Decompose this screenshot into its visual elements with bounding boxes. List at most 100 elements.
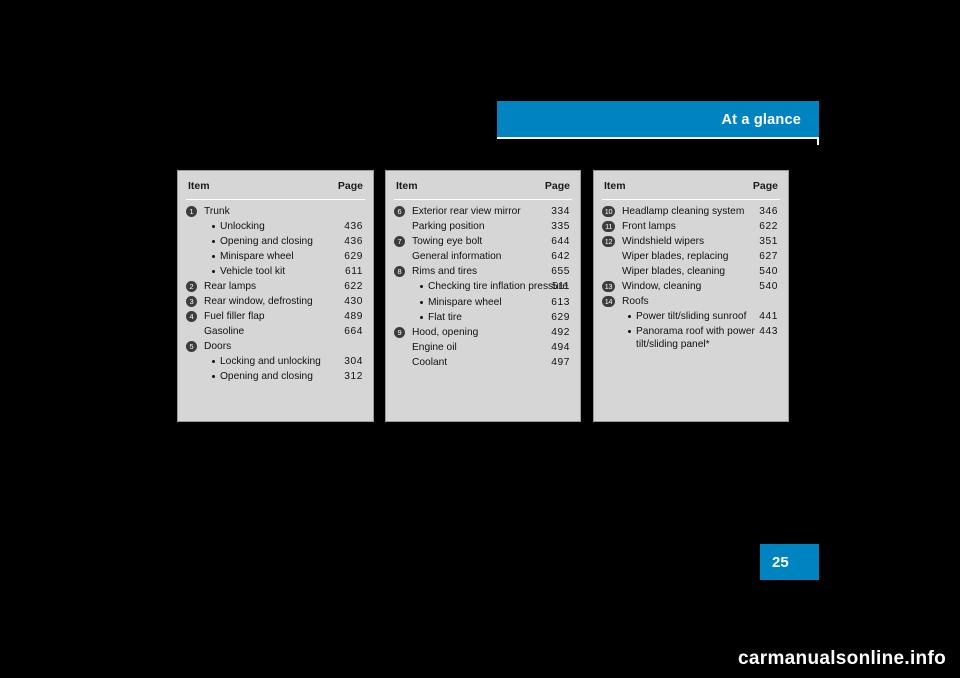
row-page-number: 436 — [344, 236, 363, 247]
table-row: 4 Fuel filler flap 489 — [186, 309, 365, 324]
table-body-2: 6 Exterior rear view mirror 334 Parking pos… — [394, 200, 572, 370]
table-row: Vehicle tool kit 611 — [186, 264, 365, 279]
row-page-number: 430 — [344, 296, 363, 307]
header-tick-mark — [817, 137, 819, 145]
row-page-number: 644 — [551, 236, 570, 247]
item-number-marker: 10 — [602, 206, 615, 217]
row-page-number: 441 — [759, 311, 778, 322]
row-label: Rear window, defrosting — [204, 296, 313, 307]
item-number-marker: 13 — [602, 281, 615, 292]
column-header-item: Item — [396, 180, 418, 192]
row-page-number: 629 — [551, 312, 570, 323]
header-banner: At a glance — [497, 101, 819, 137]
row-label: Roofs — [622, 296, 649, 307]
row-page-number: 642 — [551, 251, 570, 262]
item-number-marker: 6 — [394, 206, 405, 217]
table-row: 5 Doors — [186, 339, 365, 354]
row-page-number: 497 — [551, 357, 570, 368]
column-header-item: Item — [604, 180, 626, 192]
row-label: General information — [412, 251, 502, 262]
row-label: Wiper blades, cleaning — [622, 266, 726, 277]
column-header-page: Page — [544, 180, 570, 192]
reference-table-2: Item Page 6 Exterior rear view mirror 334 P… — [385, 170, 581, 422]
table-row: Locking and unlocking 304 — [186, 354, 365, 369]
site-watermark: carmanualsonline.info — [738, 648, 946, 669]
page-number-tab: 25 — [760, 544, 819, 580]
row-label: Trunk — [204, 206, 230, 217]
table-row: General information 642 — [394, 249, 572, 264]
table-row: 14 Roofs — [602, 294, 780, 309]
row-label: Towing eye bolt — [412, 236, 483, 247]
row-label: Wiper blades, replacing — [622, 251, 729, 262]
row-label: Vehicle tool kit — [220, 266, 286, 277]
table-row: 13 Window, cleaning 540 — [602, 279, 780, 294]
row-page-number: 346 — [759, 206, 778, 217]
item-number-marker: 8 — [394, 266, 405, 277]
table-row: Wiper blades, replacing 627 — [602, 249, 780, 264]
row-label: Power tilt/sliding sunroof — [636, 311, 747, 322]
table-header-2: Item Page — [394, 179, 572, 200]
page-title: At a glance — [721, 112, 801, 128]
row-label: Checking tire inflation pressure — [428, 281, 568, 292]
row-page-number: 489 — [344, 311, 363, 322]
row-page-number: 622 — [344, 281, 363, 292]
table-row: 7 Towing eye bolt 644 — [394, 234, 572, 249]
item-number-marker: 12 — [602, 236, 615, 247]
table-row: 8 Rims and tires 655 — [394, 264, 572, 279]
item-number-marker: 9 — [394, 327, 405, 338]
item-number-marker: 1 — [186, 206, 197, 217]
row-label: Hood, opening — [412, 327, 479, 338]
row-page-number: 664 — [344, 326, 363, 337]
row-page-number: 492 — [551, 327, 570, 338]
row-label: Fuel filler flap — [204, 311, 265, 322]
column-header-page: Page — [752, 180, 778, 192]
table-row: Unlocking 436 — [186, 219, 365, 234]
table-row: Checking tire inflation pressure 511 — [394, 279, 572, 295]
row-page-number: 629 — [344, 251, 363, 262]
table-row: 3 Rear window, defrosting 430 — [186, 294, 365, 309]
row-label: Opening and closing — [220, 236, 313, 247]
row-label: Windshield wipers — [622, 236, 705, 247]
row-page-number: 622 — [759, 221, 778, 232]
header-underline — [497, 137, 819, 139]
reference-table-3: Item Page 10 Headlamp cleaning system 346 1… — [593, 170, 789, 422]
row-page-number: 335 — [551, 221, 570, 232]
row-page-number: 613 — [551, 297, 570, 308]
table-row: Minispare wheel 629 — [186, 249, 365, 264]
item-number-marker: 3 — [186, 296, 197, 307]
table-header-1: Item Page — [186, 179, 365, 200]
item-number-marker: 2 — [186, 281, 197, 292]
table-row: 2 Rear lamps 622 — [186, 279, 365, 294]
row-page-number: 304 — [344, 356, 363, 367]
row-page-number: 351 — [759, 236, 778, 247]
row-label: Window, cleaning — [622, 281, 702, 292]
row-label: Panorama roof with power tilt/sliding pa… — [636, 326, 755, 350]
table-row: 11 Front lamps 622 — [602, 219, 780, 234]
row-label: Coolant — [412, 357, 448, 368]
table-row: Minispare wheel 613 — [394, 295, 572, 310]
row-label: Parking position — [412, 221, 485, 232]
row-label: Exterior rear view mirror — [412, 206, 521, 217]
row-page-number: 511 — [551, 281, 570, 292]
row-page-number: 334 — [551, 206, 570, 217]
table-row: Opening and closing 436 — [186, 234, 365, 249]
row-page-number: 436 — [344, 221, 363, 232]
table-header-3: Item Page — [602, 179, 780, 200]
row-page-number: 494 — [551, 342, 570, 353]
table-row: 6 Exterior rear view mirror 334 — [394, 204, 572, 219]
column-header-page: Page — [337, 180, 363, 192]
row-label: Locking and unlocking — [220, 356, 321, 367]
table-body-3: 10 Headlamp cleaning system 346 11 Front lam… — [602, 200, 780, 353]
row-label: Minispare wheel — [220, 251, 294, 262]
row-page-number: 540 — [759, 281, 778, 292]
table-row: 12 Windshield wipers 351 — [602, 234, 780, 249]
row-page-number: 540 — [759, 266, 778, 277]
table-row: Power tilt/sliding sunroof 441 — [602, 309, 780, 324]
item-number-marker: 5 — [186, 341, 197, 352]
page-number: 25 — [772, 554, 789, 571]
table-row: 9 Hood, opening 492 — [394, 325, 572, 340]
table-body-1: 1 Trunk Unlocking 436 Opening and closing 436… — [186, 200, 365, 384]
table-row: Wiper blades, cleaning 540 — [602, 264, 780, 279]
row-page-number: 627 — [759, 251, 778, 262]
table-row: Flat tire 629 — [394, 310, 572, 325]
